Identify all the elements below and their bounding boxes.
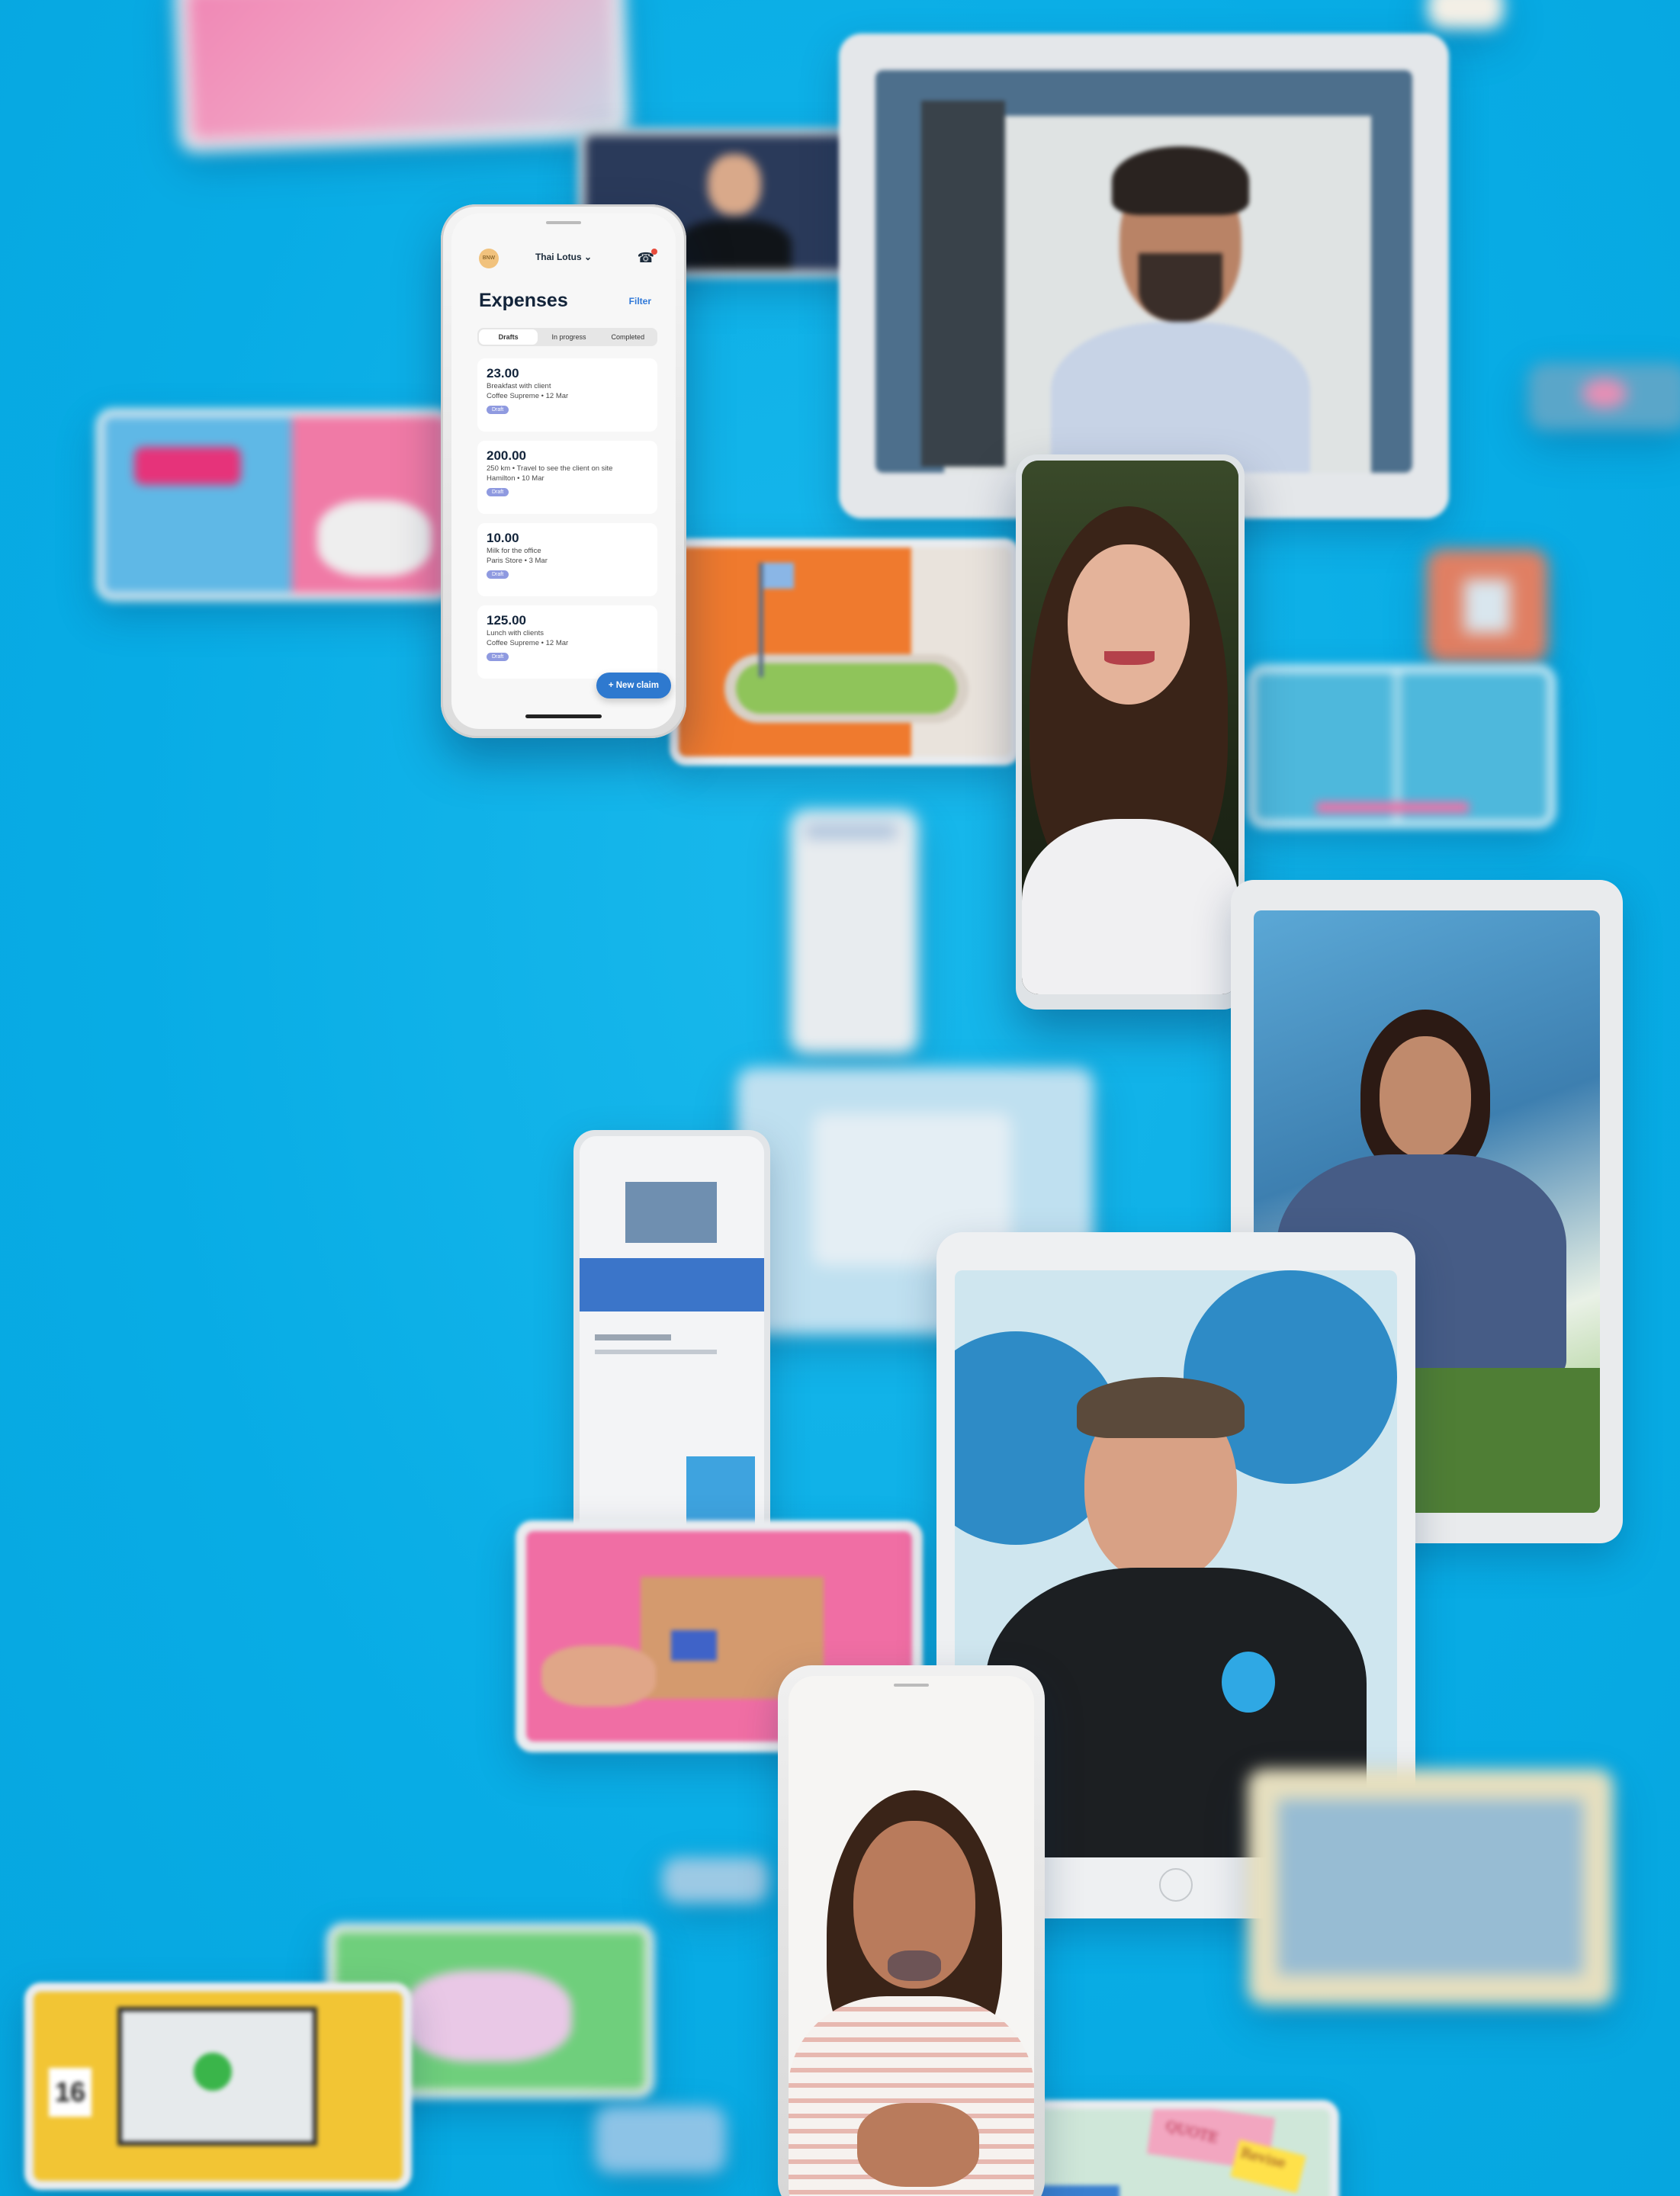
bg-device-top-left: [174, 0, 630, 153]
expense-item[interactable]: 23.00 Breakfast with client Coffee Supre…: [477, 358, 657, 432]
expense-meta: Coffee Supreme • 12 Mar: [487, 392, 569, 400]
status-tabs: Drafts In progress Completed: [477, 328, 657, 346]
expenses-screen: BNW Thai Lotus ⌄ ☎ Expenses Filter Draft…: [451, 214, 676, 729]
expenses-top-bar: BNW Thai Lotus ⌄ ☎: [451, 249, 676, 271]
phone-woman-curly-hair: [1016, 454, 1245, 1010]
bg-device-hairdryer: [96, 409, 453, 601]
phone-woman-moko: [778, 1665, 1045, 2196]
video-call-screen: [1022, 461, 1238, 994]
expense-amount: 200.00: [487, 448, 526, 463]
status-badge: Draft: [487, 488, 509, 496]
bg-device-right-1: [1426, 549, 1548, 663]
home-indicator: [525, 714, 602, 718]
notification-dot-icon: [651, 249, 657, 255]
device-map-sticky-notes: QUOTE Revise: [1019, 2100, 1339, 2196]
expense-item[interactable]: 200.00 250 km • Travel to see the client…: [477, 441, 657, 514]
home-button: [1159, 1868, 1193, 1902]
device-mini-golf: [670, 538, 1020, 766]
phone-expenses-app: BNW Thai Lotus ⌄ ☎ Expenses Filter Draft…: [441, 204, 686, 738]
status-badge: Draft: [487, 406, 509, 414]
tab-in-progress[interactable]: In progress: [539, 328, 598, 346]
collage-scene: 16 QUOTE Revise BNW Thai Lotus ⌄ ☎ Expen…: [0, 0, 1680, 2196]
bg-device-small-bottom: [595, 2106, 726, 2173]
bg-device-center-doc: [790, 810, 918, 1054]
tab-drafts[interactable]: Drafts: [479, 329, 538, 345]
bg-device-bottom-right: [1248, 1769, 1614, 2005]
new-claim-button[interactable]: + New claim: [596, 673, 671, 698]
tab-completed[interactable]: Completed: [599, 328, 657, 346]
calendar-number: 16: [49, 2068, 92, 2117]
expense-meta: Coffee Supreme • 12 Mar: [487, 639, 569, 647]
device-yellow-laptop: 16: [24, 1982, 412, 2190]
bg-device-right-2: [1248, 665, 1556, 828]
expense-list: 23.00 Breakfast with client Coffee Supre…: [477, 358, 657, 688]
page-title: Expenses: [479, 290, 568, 311]
expense-meta: Hamilton • 10 Mar: [487, 474, 544, 483]
expense-item[interactable]: 125.00 Lunch with clients Coffee Supreme…: [477, 605, 657, 679]
bg-device-small-mid: [662, 1857, 769, 1903]
status-badge: Draft: [487, 570, 509, 579]
expense-amount: 125.00: [487, 613, 526, 628]
bg-device-right-edge: [1528, 363, 1680, 430]
bg-device-top-right-small: [1428, 0, 1504, 29]
expense-amount: 23.00: [487, 366, 519, 380]
expense-description: Milk for the office: [487, 547, 541, 555]
expense-description: Lunch with clients: [487, 629, 544, 637]
expense-meta: Paris Store • 3 Mar: [487, 557, 548, 565]
sticky-note-revise: Revise: [1230, 2139, 1306, 2194]
phone-speaker: [546, 221, 581, 224]
expense-description: Breakfast with client: [487, 382, 551, 390]
status-badge: Draft: [487, 653, 509, 661]
expense-description: 250 km • Travel to see the client on sit…: [487, 464, 613, 473]
laptop-headset-man: [839, 34, 1449, 518]
expense-amount: 10.00: [487, 531, 519, 545]
filter-button[interactable]: Filter: [629, 296, 651, 307]
expense-item[interactable]: 10.00 Milk for the office Paris Store • …: [477, 523, 657, 596]
